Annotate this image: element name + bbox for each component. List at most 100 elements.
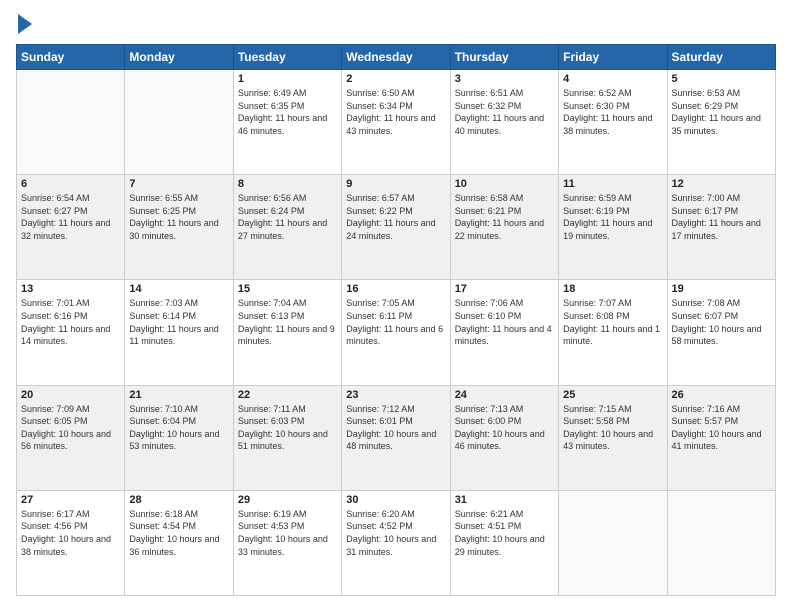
cell-info: Sunrise: 6:20 AM Sunset: 4:52 PM Dayligh… <box>346 508 445 558</box>
weekday-header-friday: Friday <box>559 45 667 70</box>
cell-info: Sunrise: 6:19 AM Sunset: 4:53 PM Dayligh… <box>238 508 337 558</box>
calendar-cell: 27Sunrise: 6:17 AM Sunset: 4:56 PM Dayli… <box>17 490 125 595</box>
page: SundayMondayTuesdayWednesdayThursdayFrid… <box>0 0 792 612</box>
cell-info: Sunrise: 6:50 AM Sunset: 6:34 PM Dayligh… <box>346 87 445 137</box>
cell-info: Sunrise: 7:07 AM Sunset: 6:08 PM Dayligh… <box>563 297 662 347</box>
calendar-cell <box>125 70 233 175</box>
cell-info: Sunrise: 7:01 AM Sunset: 6:16 PM Dayligh… <box>21 297 120 347</box>
calendar-table: SundayMondayTuesdayWednesdayThursdayFrid… <box>16 44 776 596</box>
day-number: 6 <box>21 178 120 190</box>
cell-info: Sunrise: 6:21 AM Sunset: 4:51 PM Dayligh… <box>455 508 554 558</box>
day-number: 3 <box>455 73 554 85</box>
day-number: 24 <box>455 389 554 401</box>
cell-info: Sunrise: 7:03 AM Sunset: 6:14 PM Dayligh… <box>129 297 228 347</box>
day-number: 4 <box>563 73 662 85</box>
calendar-cell: 17 Sunrise: 7:06 AM Sunset: 6:10 PM Dayli… <box>450 280 558 385</box>
weekday-header-sunday: Sunday <box>17 45 125 70</box>
logo <box>16 16 32 34</box>
day-number: 20 <box>21 389 120 401</box>
cell-info: Sunrise: 7:15 AM Sunset: 5:58 PM Dayligh… <box>563 403 662 453</box>
day-number: 1 <box>238 73 337 85</box>
calendar-cell: 1 Sunrise: 6:49 AM Sunset: 6:35 PM Daylig… <box>233 70 341 175</box>
cell-info: Sunrise: 6:55 AM Sunset: 6:25 PM Dayligh… <box>129 192 228 242</box>
calendar-cell: 15 Sunrise: 7:04 AM Sunset: 6:13 PM Dayli… <box>233 280 341 385</box>
calendar-cell: 7Sunrise: 6:55 AM Sunset: 6:25 PM Daylig… <box>125 175 233 280</box>
calendar-cell: 22Sunrise: 7:11 AM Sunset: 6:03 PM Dayli… <box>233 385 341 490</box>
day-number: 26 <box>672 389 771 401</box>
day-number: 11 <box>563 178 662 190</box>
day-number: 12 <box>672 178 771 190</box>
cell-info: Sunrise: 6:56 AM Sunset: 6:24 PM Dayligh… <box>238 192 337 242</box>
day-number: 30 <box>346 494 445 506</box>
day-number: 5 <box>672 73 771 85</box>
day-number: 23 <box>346 389 445 401</box>
day-number: 8 <box>238 178 337 190</box>
calendar-cell: 21 Sunrise: 7:10 AM Sunset: 6:04 PM Dayli… <box>125 385 233 490</box>
cell-info: Sunrise: 6:17 AM Sunset: 4:56 PM Dayligh… <box>21 508 120 558</box>
cell-info: Sunrise: 7:00 AM Sunset: 6:17 PM Dayligh… <box>672 192 771 242</box>
weekday-header-wednesday: Wednesday <box>342 45 450 70</box>
day-number: 21 <box>129 389 228 401</box>
calendar-week-row: 13 Sunrise: 7:01 AM Sunset: 6:16 PM Dayli… <box>17 280 776 385</box>
calendar-cell: 23 Sunrise: 7:12 AM Sunset: 6:01 PM Dayli… <box>342 385 450 490</box>
weekday-header-tuesday: Tuesday <box>233 45 341 70</box>
cell-info: Sunrise: 6:18 AM Sunset: 4:54 PM Dayligh… <box>129 508 228 558</box>
day-number: 31 <box>455 494 554 506</box>
calendar-cell: 25 Sunrise: 7:15 AM Sunset: 5:58 PM Dayli… <box>559 385 667 490</box>
calendar-cell: 8 Sunrise: 6:56 AM Sunset: 6:24 PM Daylig… <box>233 175 341 280</box>
calendar-cell: 26Sunrise: 7:16 AM Sunset: 5:57 PM Dayli… <box>667 385 775 490</box>
calendar-week-row: 1 Sunrise: 6:49 AM Sunset: 6:35 PM Daylig… <box>17 70 776 175</box>
calendar-cell: 16 Sunrise: 7:05 AM Sunset: 6:11 PM Dayli… <box>342 280 450 385</box>
calendar-cell: 29Sunrise: 6:19 AM Sunset: 4:53 PM Dayli… <box>233 490 341 595</box>
day-number: 16 <box>346 283 445 295</box>
cell-info: Sunrise: 7:06 AM Sunset: 6:10 PM Dayligh… <box>455 297 554 347</box>
calendar-cell: 30 Sunrise: 6:20 AM Sunset: 4:52 PM Dayli… <box>342 490 450 595</box>
cell-info: Sunrise: 7:10 AM Sunset: 6:04 PM Dayligh… <box>129 403 228 453</box>
cell-info: Sunrise: 6:49 AM Sunset: 6:35 PM Dayligh… <box>238 87 337 137</box>
calendar-week-row: 20 Sunrise: 7:09 AM Sunset: 6:05 PM Dayli… <box>17 385 776 490</box>
cell-info: Sunrise: 7:11 AM Sunset: 6:03 PM Dayligh… <box>238 403 337 453</box>
day-number: 19 <box>672 283 771 295</box>
calendar-cell: 20 Sunrise: 7:09 AM Sunset: 6:05 PM Dayli… <box>17 385 125 490</box>
cell-info: Sunrise: 6:54 AM Sunset: 6:27 PM Dayligh… <box>21 192 120 242</box>
day-number: 17 <box>455 283 554 295</box>
day-number: 18 <box>563 283 662 295</box>
weekday-header-saturday: Saturday <box>667 45 775 70</box>
cell-info: Sunrise: 7:09 AM Sunset: 6:05 PM Dayligh… <box>21 403 120 453</box>
cell-info: Sunrise: 6:51 AM Sunset: 6:32 PM Dayligh… <box>455 87 554 137</box>
calendar-cell: 6 Sunrise: 6:54 AM Sunset: 6:27 PM Daylig… <box>17 175 125 280</box>
calendar-cell: 19 Sunrise: 7:08 AM Sunset: 6:07 PM Dayli… <box>667 280 775 385</box>
calendar-cell: 24 Sunrise: 7:13 AM Sunset: 6:00 PM Dayli… <box>450 385 558 490</box>
calendar-cell: 28Sunrise: 6:18 AM Sunset: 4:54 PM Dayli… <box>125 490 233 595</box>
weekday-header-thursday: Thursday <box>450 45 558 70</box>
calendar-cell: 10 Sunrise: 6:58 AM Sunset: 6:21 PM Dayli… <box>450 175 558 280</box>
logo-arrow-icon <box>18 14 32 34</box>
header <box>16 16 776 34</box>
calendar-cell: 13 Sunrise: 7:01 AM Sunset: 6:16 PM Dayli… <box>17 280 125 385</box>
day-number: 9 <box>346 178 445 190</box>
calendar-cell: 5Sunrise: 6:53 AM Sunset: 6:29 PM Daylig… <box>667 70 775 175</box>
calendar-cell: 14 Sunrise: 7:03 AM Sunset: 6:14 PM Dayli… <box>125 280 233 385</box>
calendar-cell: 2 Sunrise: 6:50 AM Sunset: 6:34 PM Daylig… <box>342 70 450 175</box>
cell-info: Sunrise: 7:05 AM Sunset: 6:11 PM Dayligh… <box>346 297 445 347</box>
calendar-cell: 3 Sunrise: 6:51 AM Sunset: 6:32 PM Daylig… <box>450 70 558 175</box>
calendar-cell: 9Sunrise: 6:57 AM Sunset: 6:22 PM Daylig… <box>342 175 450 280</box>
calendar-week-row: 6 Sunrise: 6:54 AM Sunset: 6:27 PM Daylig… <box>17 175 776 280</box>
calendar-cell: 12 Sunrise: 7:00 AM Sunset: 6:17 PM Dayli… <box>667 175 775 280</box>
cell-info: Sunrise: 7:08 AM Sunset: 6:07 PM Dayligh… <box>672 297 771 347</box>
cell-info: Sunrise: 6:58 AM Sunset: 6:21 PM Dayligh… <box>455 192 554 242</box>
calendar-cell: 31 Sunrise: 6:21 AM Sunset: 4:51 PM Dayli… <box>450 490 558 595</box>
cell-info: Sunrise: 7:12 AM Sunset: 6:01 PM Dayligh… <box>346 403 445 453</box>
day-number: 10 <box>455 178 554 190</box>
cell-info: Sunrise: 7:13 AM Sunset: 6:00 PM Dayligh… <box>455 403 554 453</box>
weekday-header-row: SundayMondayTuesdayWednesdayThursdayFrid… <box>17 45 776 70</box>
day-number: 25 <box>563 389 662 401</box>
cell-info: Sunrise: 6:59 AM Sunset: 6:19 PM Dayligh… <box>563 192 662 242</box>
day-number: 14 <box>129 283 228 295</box>
day-number: 15 <box>238 283 337 295</box>
cell-info: Sunrise: 7:04 AM Sunset: 6:13 PM Dayligh… <box>238 297 337 347</box>
calendar-cell <box>559 490 667 595</box>
day-number: 13 <box>21 283 120 295</box>
weekday-header-monday: Monday <box>125 45 233 70</box>
day-number: 2 <box>346 73 445 85</box>
